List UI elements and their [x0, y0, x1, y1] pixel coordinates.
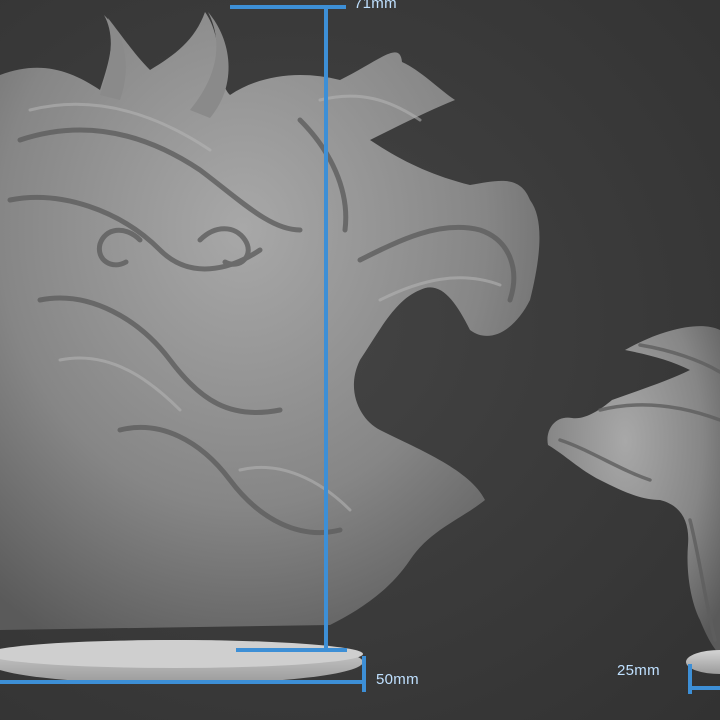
large-miniature	[0, 12, 540, 684]
small-miniature	[547, 326, 720, 674]
small-base-measurement-label: 25mm	[617, 662, 660, 679]
height-measurement-label: 71mm	[354, 0, 397, 12]
render-viewport: 71mm 50mm 25mm	[0, 0, 720, 720]
small-miniature-body	[547, 326, 720, 655]
horn-left	[100, 15, 126, 100]
large-base-measurement-label: 50mm	[376, 671, 419, 688]
miniature-render	[0, 5, 720, 694]
